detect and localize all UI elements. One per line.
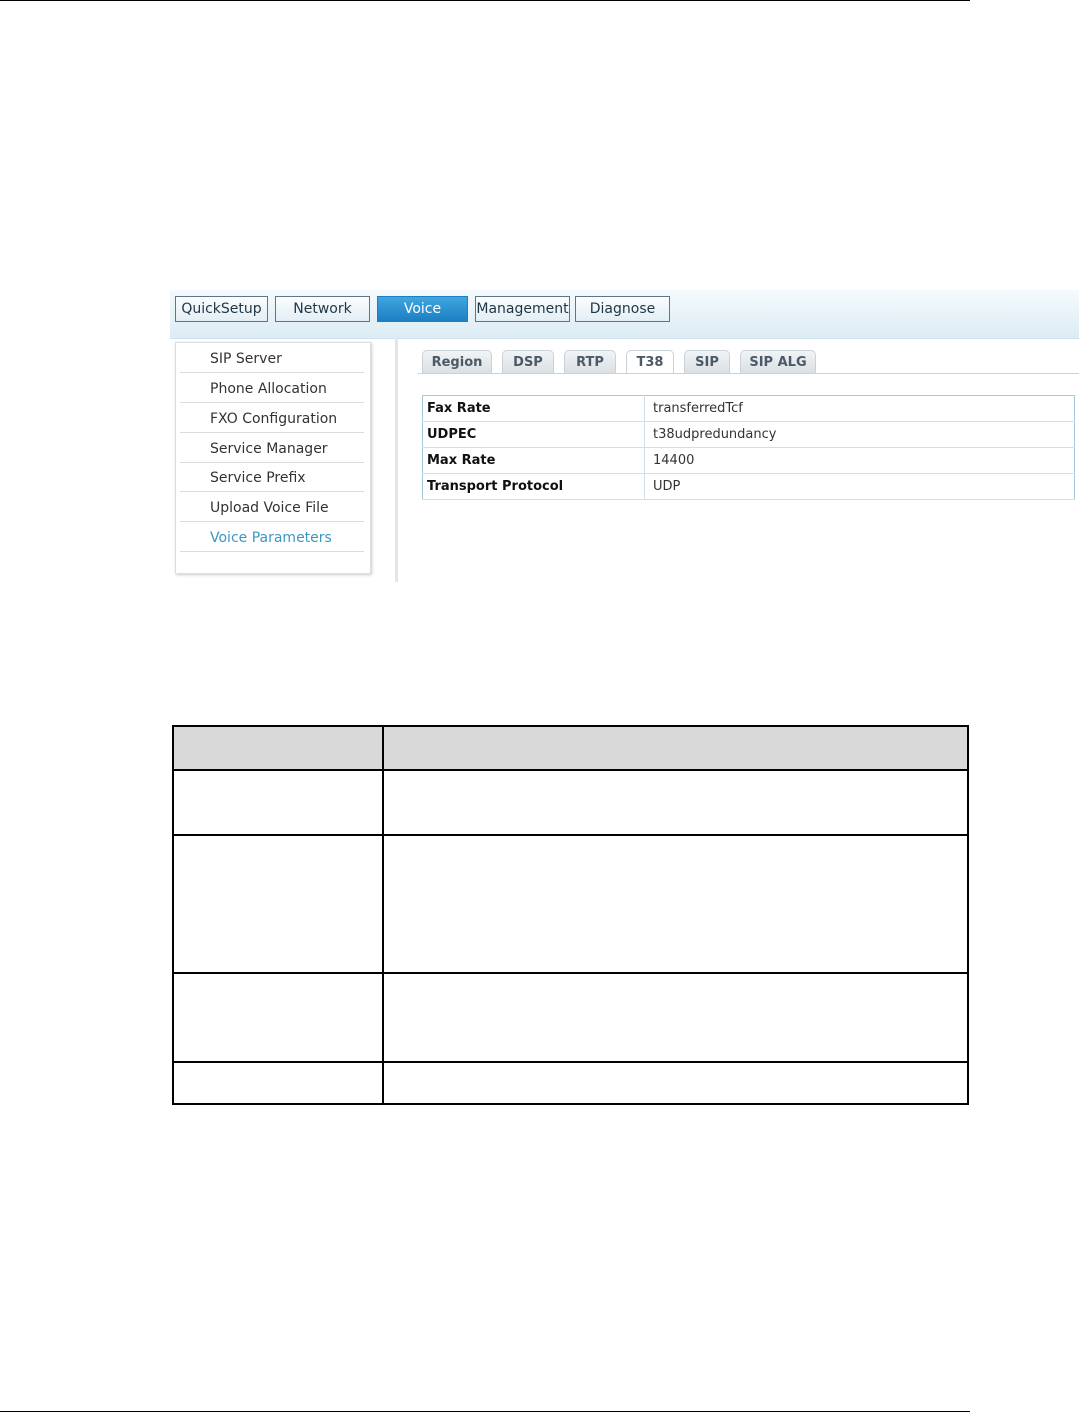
table-cell <box>172 769 384 836</box>
table-row <box>172 1061 969 1105</box>
table-row <box>172 834 969 974</box>
tab-sip-alg[interactable]: SIP ALG <box>740 350 816 374</box>
table-row: Fax Rate transferredTcf <box>422 395 1075 422</box>
nav-management[interactable]: Management <box>475 296 570 322</box>
table-header-row <box>172 725 969 771</box>
table-cell <box>382 1061 969 1105</box>
tab-baseline <box>418 373 1079 374</box>
parameter-description-table <box>172 725 969 1105</box>
table-row <box>172 769 969 836</box>
header-cell <box>382 725 969 771</box>
table-cell <box>382 834 969 974</box>
transport-protocol-label: Transport Protocol <box>422 473 645 500</box>
tab-dsp[interactable]: DSP <box>502 350 554 374</box>
page-top-rule <box>0 0 970 1</box>
sidebar-item-voice-parameters[interactable]: Voice Parameters <box>180 524 364 552</box>
sidebar-item-service-manager[interactable]: Service Manager <box>180 435 364 463</box>
table-cell <box>172 972 384 1063</box>
max-rate-label: Max Rate <box>422 447 645 474</box>
transport-protocol-value: UDP <box>644 473 1075 500</box>
nav-network[interactable]: Network <box>275 296 370 322</box>
fax-rate-label: Fax Rate <box>422 395 645 422</box>
udpec-value: t38udpredundancy <box>644 421 1075 448</box>
nav-quicksetup[interactable]: QuickSetup <box>175 296 268 322</box>
content-divider <box>395 338 398 582</box>
nav-voice[interactable]: Voice <box>377 296 468 322</box>
sidebar-item-service-prefix[interactable]: Service Prefix <box>180 464 364 492</box>
tab-t38[interactable]: T38 <box>626 350 674 374</box>
table-row: Transport Protocol UDP <box>422 473 1075 500</box>
header-cell <box>172 725 384 771</box>
fax-rate-value: transferredTcf <box>644 395 1075 422</box>
table-row: UDPEC t38udpredundancy <box>422 421 1075 448</box>
tab-sip[interactable]: SIP <box>684 350 730 374</box>
table-cell <box>382 972 969 1063</box>
page-bottom-rule <box>0 1411 970 1412</box>
t38-parameters-table: Fax Rate transferredTcf UDPEC t38udpredu… <box>422 395 1075 500</box>
table-row: Max Rate 14400 <box>422 447 1075 474</box>
table-cell <box>382 769 969 836</box>
table-cell <box>172 1061 384 1105</box>
max-rate-value: 14400 <box>644 447 1075 474</box>
sidebar-item-upload-voice-file[interactable]: Upload Voice File <box>180 494 364 522</box>
voice-parameters-screenshot: QuickSetup Network Voice Management Diag… <box>170 290 1079 582</box>
tab-region[interactable]: Region <box>422 350 492 374</box>
voice-sidebar: SIP Server Phone Allocation FXO Configur… <box>175 342 371 574</box>
sidebar-item-fxo-configuration[interactable]: FXO Configuration <box>180 405 364 433</box>
table-cell <box>172 834 384 974</box>
sidebar-item-phone-allocation[interactable]: Phone Allocation <box>180 375 364 403</box>
tab-rtp[interactable]: RTP <box>564 350 616 374</box>
sidebar-item-sip-server[interactable]: SIP Server <box>180 345 364 373</box>
nav-diagnose[interactable]: Diagnose <box>575 296 670 322</box>
table-row <box>172 972 969 1063</box>
top-navigation-bar: QuickSetup Network Voice Management Diag… <box>170 290 1079 339</box>
udpec-label: UDPEC <box>422 421 645 448</box>
